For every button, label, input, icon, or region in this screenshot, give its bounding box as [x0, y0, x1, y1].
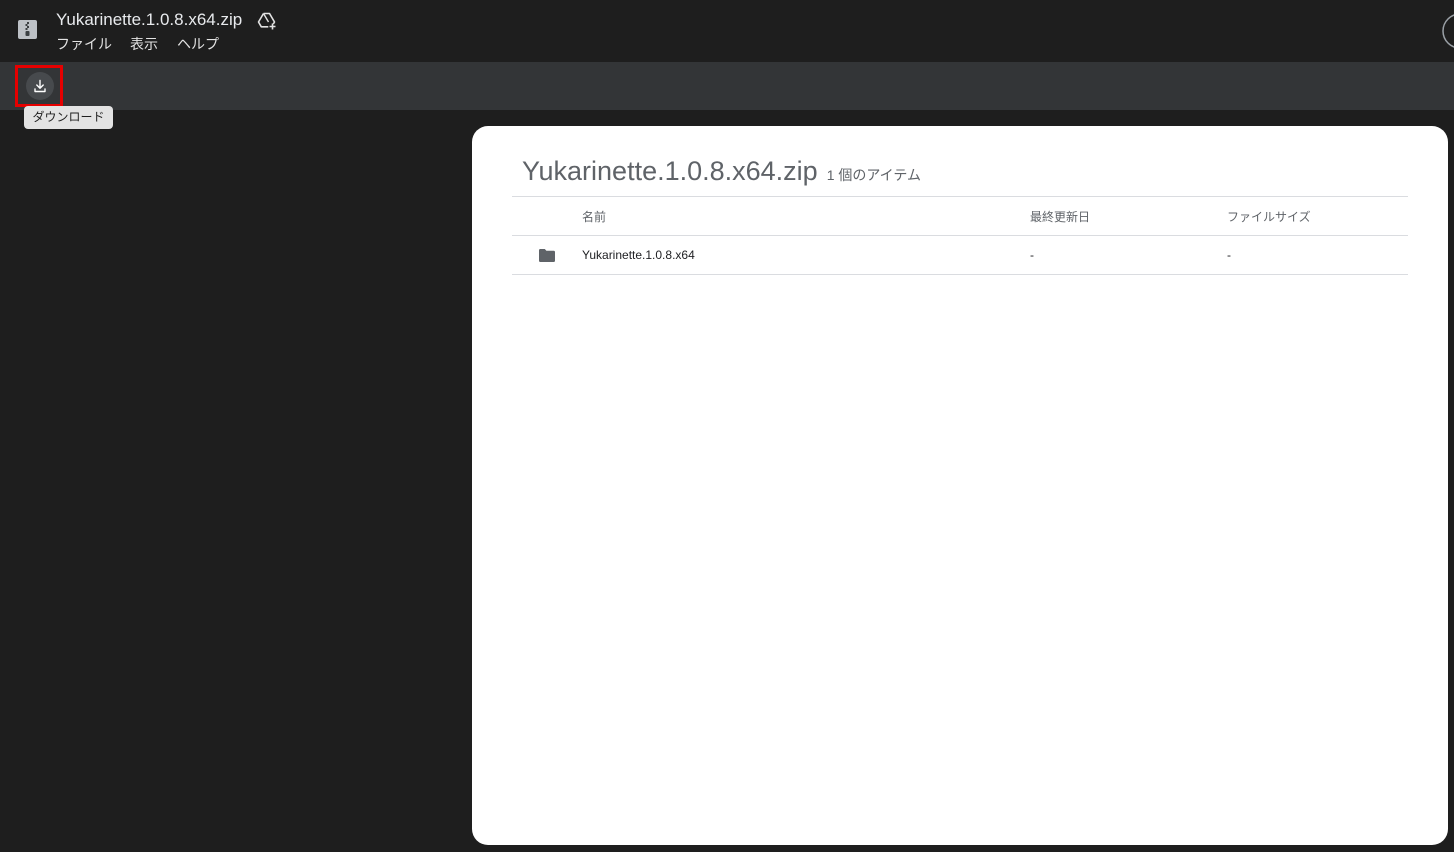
zip-contents-card: Yukarinette.1.0.8.x64.zip 1 個のアイテム 名前 最終…	[472, 126, 1448, 845]
menu-help[interactable]: ヘルプ	[177, 35, 219, 53]
row-size: -	[1227, 248, 1231, 262]
table-row[interactable]: Yukarinette.1.0.8.x64 - -	[512, 236, 1408, 275]
item-count: 1 個のアイテム	[826, 167, 921, 183]
file-table: 名前 最終更新日 ファイルサイズ Yukarinette.1.0.8.x64 -…	[512, 196, 1408, 275]
highlight-box	[15, 65, 63, 107]
table-header: 名前 最終更新日 ファイルサイズ	[512, 196, 1408, 236]
card-header: Yukarinette.1.0.8.x64.zip 1 個のアイテム	[522, 153, 921, 189]
folder-icon	[539, 248, 555, 262]
avatar-icon[interactable]	[1438, 12, 1454, 50]
app-header: Yukarinette.1.0.8.x64.zip ファイル 表示 ヘルプ	[0, 0, 1454, 62]
row-modified: -	[1030, 248, 1034, 262]
column-size: ファイルサイズ	[1227, 209, 1311, 224]
column-name: 名前	[582, 209, 607, 224]
menu-view[interactable]: 表示	[130, 35, 158, 53]
zip-file-icon	[18, 20, 37, 39]
row-name: Yukarinette.1.0.8.x64	[582, 248, 695, 262]
toolbar	[0, 62, 1454, 110]
column-modified: 最終更新日	[1030, 209, 1091, 224]
document-title: Yukarinette.1.0.8.x64.zip	[56, 10, 243, 29]
download-tooltip: ダウンロード	[24, 106, 113, 129]
archive-title: Yukarinette.1.0.8.x64.zip	[522, 156, 818, 186]
add-to-drive-icon[interactable]	[257, 11, 277, 31]
menu-file[interactable]: ファイル	[56, 35, 112, 53]
row-icon-cell	[512, 248, 582, 262]
